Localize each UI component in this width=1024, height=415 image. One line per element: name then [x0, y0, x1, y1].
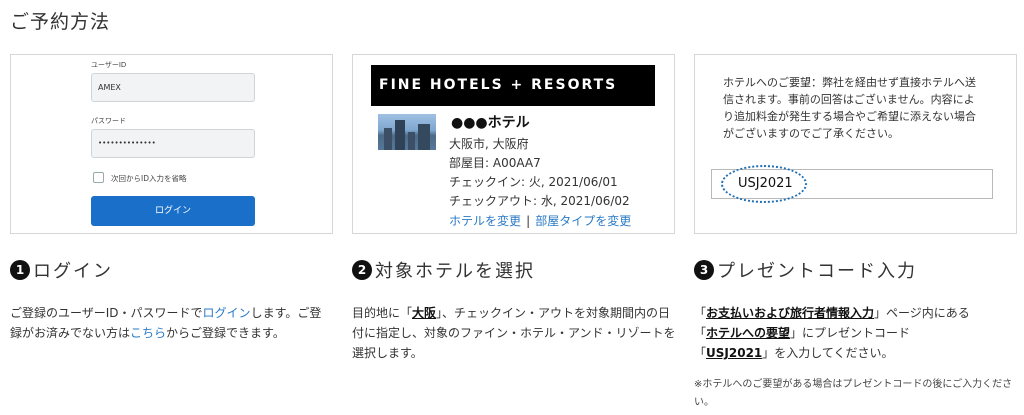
q2-close: 」にプレゼントコード [790, 326, 911, 340]
hotel-request-field-name: ホテルへの要望 [706, 326, 791, 340]
checkout-date: チェックアウト: 水, 2021/06/02 [449, 194, 630, 208]
page-title: ご予約方法 [10, 11, 111, 33]
step-3-heading: 3 プレゼントコード入力 [694, 257, 917, 283]
step-1-heading: 1 ログイン [10, 257, 113, 283]
hotel-actions: ホテルを変更 | 部屋タイプを変更 [449, 210, 631, 229]
step-2-number: 2 [352, 260, 372, 280]
login-button[interactable]: ログイン [91, 196, 255, 226]
request-notice: ホテルへのご要望：弊社を経由せず直接ホテルへ送信されます。事前の回答はございませ… [723, 76, 976, 140]
remember-label: 次回からID入力を省略 [111, 174, 187, 183]
hotel-screenshot-panel: FINE HOTELS + RESORTS ●●●ホテル 大阪市, 大阪府 部屋… [352, 54, 675, 234]
step-1-number: 1 [10, 260, 30, 280]
destination-osaka: 大阪 [412, 306, 437, 320]
room-type: 部屋目: A00AA7 [449, 156, 541, 170]
register-link[interactable]: こちら [130, 326, 166, 340]
q1-close: 」ページ内にある [874, 306, 970, 320]
login-screenshot-panel: ユーザーID AMEX パスワード •••••••••••••• 次回からID入… [10, 54, 333, 234]
step-2-heading: 2 対象ホテルを選択 [352, 257, 535, 283]
change-room-link[interactable]: 部屋タイプを変更 [535, 214, 631, 228]
hotel-photo [378, 114, 436, 150]
present-code: USJ2021 [706, 346, 763, 360]
hotel-location: 大阪市, 大阪府 [449, 137, 529, 151]
change-hotel-link[interactable]: ホテルを変更 [449, 214, 521, 228]
step-3-description: 「お支払いおよび旅行者情報入力」ページ内にある 「ホテルへの要望」にプレゼントコ… [694, 303, 1016, 363]
q2-open: 「 [694, 326, 707, 340]
password-label: パスワード [91, 117, 126, 125]
login-link[interactable]: ログイン [203, 306, 251, 320]
step-1-title: ログイン [33, 261, 113, 282]
step-1-text-a: ご登録のユーザーID・パスワードで [10, 306, 203, 320]
request-screenshot-panel: ホテルへのご要望：弊社を経由せず直接ホテルへ送信されます。事前の回答はございませ… [694, 54, 1017, 234]
payment-page-name: お支払いおよび旅行者情報入力 [706, 306, 875, 320]
checkin-date: チェックイン: 火, 2021/06/01 [449, 175, 618, 189]
step-3-title: プレゼントコード入力 [717, 261, 917, 282]
hotel-name: ●●●ホテル [451, 115, 530, 131]
q3-close: 」を入力してください。 [762, 346, 894, 360]
step-1-text-c: からご登録できます。 [166, 326, 285, 340]
highlight-circle [721, 165, 807, 203]
user-id-label: ユーザーID [91, 61, 127, 69]
step-2-description: 目的地に「大阪」、チェックイン・アウトを対象期間内の日付に指定し、対象のファイン… [352, 303, 678, 363]
q1-open: 「 [694, 306, 707, 320]
step-2-text-a: 目的地に「 [352, 306, 413, 320]
user-id-field[interactable]: AMEX [91, 73, 255, 102]
q3-open: 「 [694, 346, 707, 360]
remember-checkbox[interactable] [93, 172, 104, 183]
link-separator: | [526, 214, 531, 228]
step-3-note: ※ホテルへのご要望がある場合はプレゼントコードの後にご入力ください。 [694, 379, 1013, 408]
step-2-title: 対象ホテルを選択 [375, 261, 535, 282]
step-1-description: ご登録のユーザーID・パスワードでログインします。ご登録がお済みでない方はこちら… [10, 303, 328, 343]
step-3-number: 3 [694, 260, 714, 280]
fhr-banner: FINE HOTELS + RESORTS [371, 65, 655, 106]
password-field[interactable]: •••••••••••••• [91, 129, 255, 158]
